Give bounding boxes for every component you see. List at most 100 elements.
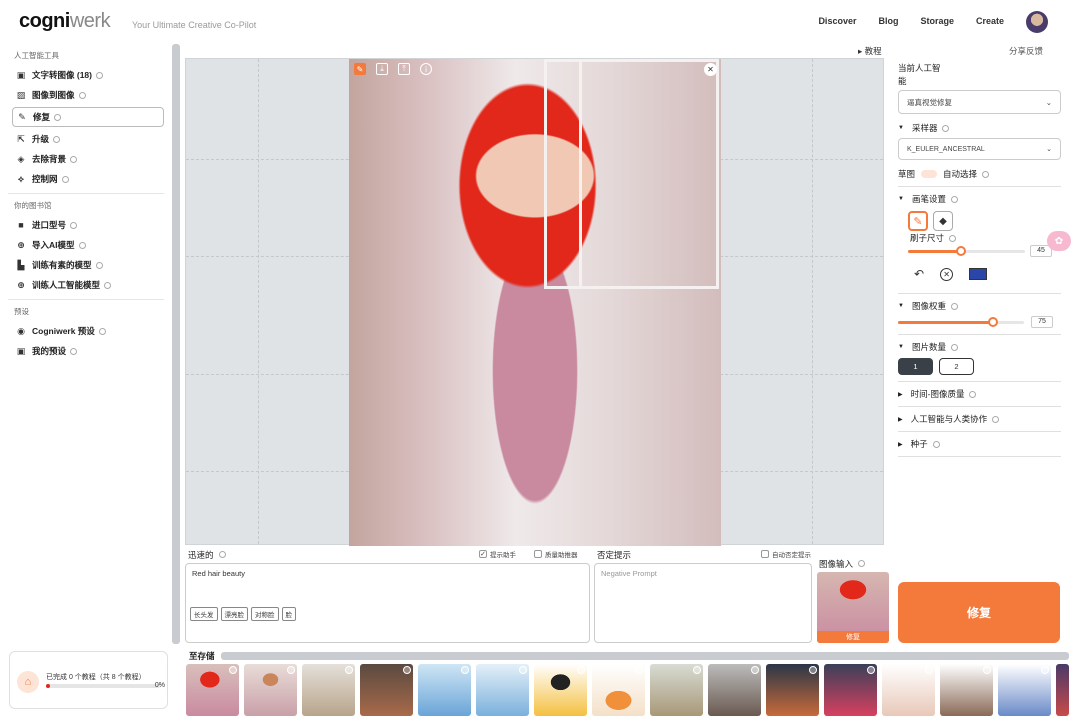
storage-thumbnail[interactable] xyxy=(244,664,297,716)
inpaint-submit-button[interactable]: 修复 xyxy=(898,582,1060,643)
storage-thumbnail[interactable] xyxy=(1056,664,1069,716)
image-weight-value[interactable]: 75 xyxy=(1031,316,1053,328)
info-icon[interactable] xyxy=(70,155,78,163)
sidebar-item-trained-models[interactable]: ▙ 训练有素的模型 xyxy=(0,255,172,275)
prompt-assistant-toggle[interactable]: ✓ 提示助手 xyxy=(479,549,516,559)
storage-thumbnail[interactable] xyxy=(360,664,413,716)
info-icon[interactable] xyxy=(403,666,411,674)
info-icon[interactable] xyxy=(635,666,643,674)
sidebar-item-text-to-image[interactable]: ▣ 文字转图像 (18) xyxy=(0,65,172,85)
brush-size-slider[interactable]: 45 xyxy=(908,245,1061,257)
info-icon[interactable]: i xyxy=(420,63,432,75)
sidebar-item-imported-models[interactable]: ■ 进口型号 xyxy=(0,215,172,235)
info-icon[interactable] xyxy=(229,666,237,674)
info-icon[interactable] xyxy=(519,666,527,674)
sidebar-item-controlnet[interactable]: ⟡ 控制网 xyxy=(0,169,172,189)
clear-icon[interactable]: ✕ xyxy=(940,267,954,281)
storage-thumbnail[interactable] xyxy=(708,664,761,716)
sidebar-item-my-presets[interactable]: ▣ 我的预设 xyxy=(0,341,172,361)
brush-tool-icon[interactable]: ✎ xyxy=(354,63,366,75)
storage-thumbnail[interactable] xyxy=(476,664,529,716)
nav-blog[interactable]: Blog xyxy=(878,16,898,26)
info-icon[interactable] xyxy=(95,261,103,269)
info-icon[interactable] xyxy=(867,666,875,674)
image-weight-header[interactable]: ▼ 图像权重 xyxy=(898,296,1061,316)
prompt-tag[interactable]: 脸 xyxy=(281,607,296,621)
info-icon[interactable] xyxy=(950,343,958,351)
storage-thumbnail[interactable] xyxy=(186,664,239,716)
info-icon[interactable] xyxy=(53,135,61,143)
ai-collab-header[interactable]: ▶ 人工智能与人类协作 xyxy=(898,409,1061,429)
storage-thumbnail[interactable] xyxy=(882,664,935,716)
storage-thumbnail[interactable] xyxy=(302,664,355,716)
sidebar-item-image-to-image[interactable]: ▨ 图像到图像 xyxy=(0,85,172,105)
image-count-option[interactable]: 2 xyxy=(939,358,974,375)
avatar[interactable] xyxy=(1026,11,1048,33)
info-icon[interactable] xyxy=(95,71,103,79)
info-icon[interactable] xyxy=(54,113,62,121)
storage-thumbnail[interactable] xyxy=(650,664,703,716)
info-icon[interactable] xyxy=(969,390,977,398)
info-icon[interactable] xyxy=(693,666,701,674)
info-icon[interactable] xyxy=(98,327,106,335)
source-image[interactable]: ✎ ⤓ ⤒ i ✕ xyxy=(349,59,721,546)
sidebar-item-inpaint[interactable]: ✎ 修复 xyxy=(12,107,164,127)
storage-thumbnail[interactable] xyxy=(592,664,645,716)
image-input-thumbnail[interactable]: 修复 xyxy=(817,572,889,643)
slider-handle[interactable] xyxy=(956,246,966,256)
nav-create[interactable]: Create xyxy=(976,16,1004,26)
tutorial-progress-card[interactable]: ⌂ 已完成 0 个教程（共 8 个教程） 0% xyxy=(9,651,168,709)
nav-discover[interactable]: Discover xyxy=(818,16,856,26)
image-input-button[interactable]: 修复 xyxy=(817,631,889,643)
sketch-toggle[interactable] xyxy=(921,170,938,178)
info-icon[interactable] xyxy=(78,241,86,249)
prompt-tag[interactable]: 长头发 xyxy=(190,607,218,621)
sidebar-item-upscale[interactable]: ⇱ 升级 xyxy=(0,129,172,149)
info-icon[interactable] xyxy=(1041,666,1049,674)
info-icon[interactable] xyxy=(577,666,585,674)
logo[interactable]: cogniwerk xyxy=(19,10,111,33)
sidebar-collapse-handle[interactable] xyxy=(172,44,180,644)
image-count-header[interactable]: ▼ 图片数量 xyxy=(898,337,1061,357)
model-select[interactable]: 逼真视觉修复 ⌄ xyxy=(898,90,1061,114)
prompt-tag[interactable]: 漂亮脸 xyxy=(220,607,248,621)
info-icon[interactable] xyxy=(61,175,69,183)
info-icon[interactable] xyxy=(287,666,295,674)
storage-thumbnail[interactable] xyxy=(940,664,993,716)
quality-booster-toggle[interactable]: 质量助推器 xyxy=(534,549,578,559)
prompt-tag[interactable]: 对称脸 xyxy=(251,607,279,621)
info-icon[interactable] xyxy=(70,221,78,229)
storage-thumbnail[interactable] xyxy=(766,664,819,716)
info-icon[interactable] xyxy=(982,170,990,178)
info-icon[interactable] xyxy=(78,91,86,99)
nav-storage[interactable]: Storage xyxy=(920,16,954,26)
info-icon[interactable] xyxy=(751,666,759,674)
info-icon[interactable] xyxy=(950,302,958,310)
info-icon[interactable] xyxy=(345,666,353,674)
info-icon[interactable] xyxy=(858,560,866,567)
undo-icon[interactable]: ↶ xyxy=(914,267,924,281)
storage-thumbnail[interactable] xyxy=(418,664,471,716)
negative-prompt-input[interactable]: Negative Prompt xyxy=(594,563,812,643)
image-count-option[interactable]: 1 xyxy=(898,358,933,375)
sidebar-item-remove-bg[interactable]: ◈ 去除背景 xyxy=(0,149,172,169)
info-icon[interactable] xyxy=(925,666,933,674)
sampler-select[interactable]: K_EULER_ANCESTRAL ⌄ xyxy=(898,138,1061,160)
sidebar-item-import-ai-model[interactable]: ⊕ 导入AI模型 xyxy=(0,235,172,255)
close-icon[interactable]: ✕ xyxy=(704,63,717,76)
download-icon[interactable]: ⤓ xyxy=(376,63,388,75)
storage-thumbnail[interactable] xyxy=(998,664,1051,716)
sidebar-item-cogniwerk-presets[interactable]: ◉ Cogniwerk 预设 xyxy=(0,321,172,341)
storage-thumbnail[interactable] xyxy=(534,664,587,716)
info-icon[interactable] xyxy=(70,347,78,355)
feedback-link[interactable]: 分享反馈 xyxy=(1009,45,1043,57)
storage-collapse-handle[interactable] xyxy=(221,652,1069,660)
assistant-bubble-icon[interactable]: ✿ xyxy=(1047,231,1071,251)
brush-mode-button[interactable]: ✎ xyxy=(908,211,928,231)
slider-handle[interactable] xyxy=(988,317,998,327)
info-icon[interactable] xyxy=(950,195,958,203)
info-icon[interactable] xyxy=(218,551,226,558)
brush-settings-header[interactable]: ▼ 画笔设置 xyxy=(898,189,1061,209)
info-icon[interactable] xyxy=(809,666,817,674)
auto-negative-toggle[interactable]: 自动否定提示 xyxy=(761,549,811,559)
